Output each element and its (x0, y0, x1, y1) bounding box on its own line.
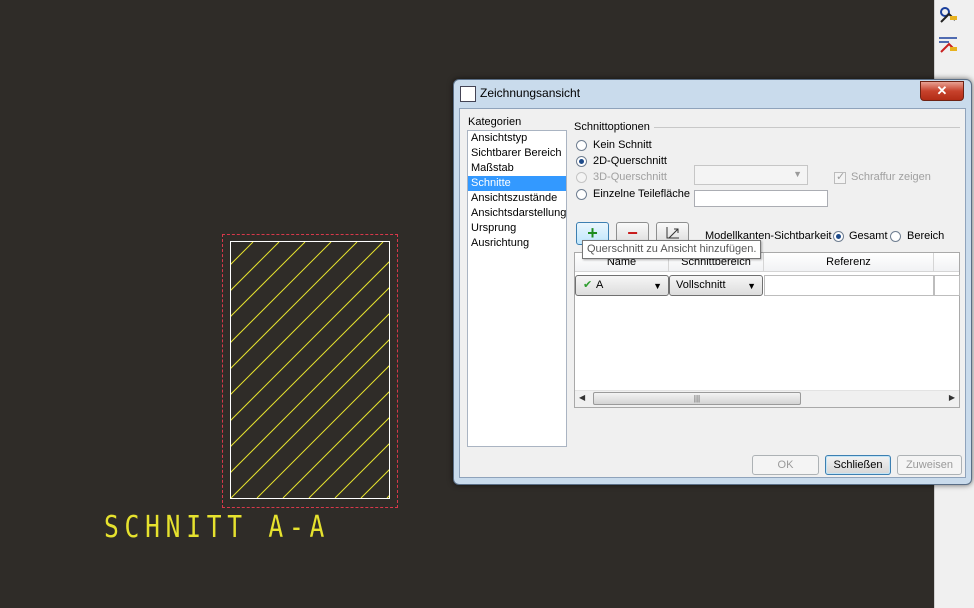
view-tool-icon[interactable] (937, 6, 959, 26)
radio-3d-section-label: 3D-Querschnitt (593, 171, 667, 183)
sections-table: Name Schnittbereich Referenz ✔ A ▼ Volls… (574, 252, 960, 408)
add-section-tooltip: Querschnitt zu Ansicht hinzufügen. (582, 240, 762, 259)
show-hatching-label: Schraffur zeigen (851, 171, 931, 183)
section-area-dropdown[interactable]: Vollschnitt ▼ (669, 275, 763, 296)
radio-single-face-label: Einzelne Teilefläche (593, 188, 691, 200)
chevron-down-icon: ▼ (747, 281, 756, 291)
radio-single-face[interactable] (576, 189, 587, 200)
scroll-left-icon[interactable]: ◀ (579, 393, 585, 402)
section-options-label: Schnittoptionen (574, 121, 650, 133)
hatch-line (256, 365, 389, 498)
dialog-title: Zeichnungsansicht (480, 86, 581, 100)
hatch-pattern (231, 242, 389, 498)
hatch-line (231, 242, 306, 317)
hatch-line (231, 242, 254, 265)
radio-visibility-total[interactable] (833, 231, 844, 242)
chevron-down-icon: ▼ (653, 281, 662, 291)
show-hatching-checkbox[interactable] (834, 170, 846, 184)
scroll-right-icon[interactable]: ▶ (949, 393, 955, 402)
radio-3d-section[interactable] (576, 172, 587, 183)
category-item[interactable]: Ansichtszustände (468, 191, 566, 206)
category-item[interactable]: Ursprung (468, 221, 566, 236)
categories-list[interactable]: Ansichtstyp Sichtbarer Bereich Maßstab Schn… (467, 130, 567, 447)
category-item[interactable]: Maßstab (468, 161, 566, 176)
reference-field-extra[interactable] (934, 275, 960, 296)
drawing-view-dialog: Zeichnungsansicht ✕ Kategorien Ansichtst… (453, 79, 972, 485)
apply-button[interactable]: Zuweisen (897, 455, 962, 475)
column-header-reference[interactable]: Referenz (764, 253, 934, 271)
scrollbar-thumb[interactable]: ||| (593, 392, 801, 405)
close-button[interactable]: Schließen (825, 455, 891, 475)
category-item[interactable]: Ansichtsdarstellung (468, 206, 566, 221)
section-label: SCHNITT A-A (104, 510, 331, 545)
dialog-app-icon (460, 86, 476, 102)
section-area-value: Vollschnitt (676, 279, 726, 291)
radio-visibility-total-label: Gesamt (849, 230, 888, 242)
hatch-line (231, 242, 358, 369)
section-name-value: A (596, 279, 604, 291)
radio-no-section[interactable] (576, 140, 587, 151)
hatch-line (386, 495, 389, 498)
category-item[interactable]: Ansichtstyp (468, 131, 566, 146)
categories-label: Kategorien (468, 116, 522, 128)
section-options-divider (654, 127, 960, 128)
dialog-client: Kategorien Ansichtstyp Sichtbarer Bereich… (459, 108, 966, 478)
category-item[interactable]: Schnitte (468, 176, 566, 191)
single-face-input[interactable] (694, 190, 828, 207)
chevron-down-icon: ▼ (793, 169, 802, 179)
category-item[interactable]: Sichtbarer Bereich (468, 146, 566, 161)
section-view[interactable] (230, 241, 390, 499)
hatch-line (334, 443, 389, 498)
reference-field[interactable] (764, 275, 934, 296)
category-item[interactable]: Ausrichtung (468, 236, 566, 251)
radio-2d-section-label: 2D-Querschnitt (593, 155, 667, 167)
radio-visibility-area-label: Bereich (907, 230, 945, 242)
close-icon[interactable]: ✕ (920, 81, 964, 101)
table-horizontal-scrollbar[interactable]: ◀ ||| ▶ (575, 390, 959, 407)
section-name-dropdown[interactable]: ✔ A ▼ (575, 275, 669, 296)
radio-no-section-label: Kein Schnitt (593, 139, 652, 151)
radio-2d-section[interactable] (576, 156, 587, 167)
checkmark-icon: ✔ (583, 279, 593, 291)
dimension-tool-icon[interactable] (937, 34, 959, 54)
ok-button[interactable]: OK (752, 455, 819, 475)
radio-visibility-area[interactable] (890, 231, 901, 242)
3d-section-dropdown[interactable]: ▼ (694, 165, 808, 185)
dialog-titlebar[interactable]: Zeichnungsansicht ✕ (454, 80, 971, 106)
